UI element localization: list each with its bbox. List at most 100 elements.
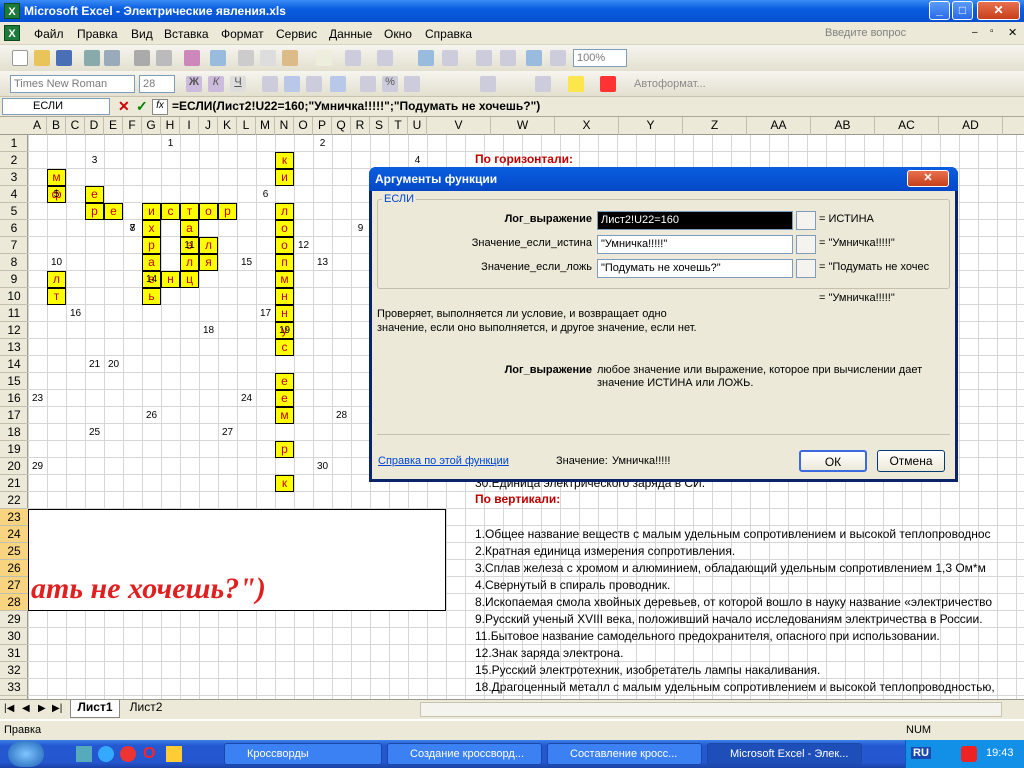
crossword-cell[interactable]: е bbox=[275, 390, 294, 407]
ie-icon[interactable] bbox=[98, 746, 114, 762]
collapse-dialog-icon[interactable] bbox=[796, 235, 816, 254]
language-indicator[interactable]: RU bbox=[911, 747, 931, 759]
menu-view[interactable]: Вид bbox=[131, 27, 153, 41]
row-header-cell[interactable]: 26 bbox=[0, 560, 28, 577]
cancel-button[interactable]: Отмена bbox=[877, 450, 945, 472]
crossword-cell[interactable]: л bbox=[199, 237, 218, 254]
column-header-cell[interactable]: U bbox=[408, 117, 427, 135]
column-header-cell[interactable]: O bbox=[294, 117, 313, 135]
start-button[interactable] bbox=[8, 741, 44, 767]
crossword-cell[interactable]: и bbox=[275, 169, 294, 186]
menu-data[interactable]: Данные bbox=[329, 27, 372, 41]
doc-restore-button[interactable]: ▫ bbox=[990, 26, 994, 37]
drawing-icon[interactable] bbox=[550, 50, 566, 66]
zoom-select[interactable]: 100% bbox=[573, 49, 627, 67]
cut-icon[interactable] bbox=[238, 50, 254, 66]
crossword-cell[interactable]: п bbox=[275, 254, 294, 271]
font-color-icon[interactable] bbox=[600, 76, 616, 92]
crossword-cell[interactable]: р bbox=[218, 203, 237, 220]
messenger-icon[interactable] bbox=[166, 746, 182, 762]
spelling-icon[interactable] bbox=[184, 50, 200, 66]
ok-button[interactable]: ОК bbox=[799, 450, 867, 472]
column-header-cell[interactable]: F bbox=[123, 117, 142, 135]
crossword-cell[interactable]: т bbox=[47, 288, 66, 305]
fill-color-icon[interactable] bbox=[568, 76, 584, 92]
menu-tools[interactable]: Сервис bbox=[276, 27, 317, 41]
row-header-cell[interactable]: 18 bbox=[0, 424, 28, 441]
crossword-cell[interactable]: л bbox=[180, 254, 199, 271]
media-icon[interactable] bbox=[120, 746, 136, 762]
next-sheet-icon[interactable]: ▶ bbox=[38, 703, 46, 714]
task-compose-crossword[interactable]: Составление кросс... bbox=[547, 743, 702, 765]
menu-insert[interactable]: Вставка bbox=[164, 27, 209, 41]
row-header-cell[interactable]: 30 bbox=[0, 628, 28, 645]
column-header-cell[interactable]: AB bbox=[811, 117, 875, 135]
row-header-cell[interactable]: 6 bbox=[0, 220, 28, 237]
row-header-cell[interactable]: 20 bbox=[0, 458, 28, 475]
crossword-cell[interactable]: р bbox=[275, 441, 294, 458]
crossword-cell[interactable]: ц bbox=[180, 271, 199, 288]
open-icon[interactable] bbox=[34, 50, 50, 66]
row-header-cell[interactable]: 10 bbox=[0, 288, 28, 305]
crossword-cell[interactable]: н bbox=[275, 305, 294, 322]
row-header-cell[interactable]: 24 bbox=[0, 526, 28, 543]
close-button[interactable]: ✕ bbox=[977, 1, 1020, 20]
hyperlink-icon[interactable] bbox=[418, 50, 434, 66]
crossword-cell[interactable]: я bbox=[199, 254, 218, 271]
row-header-cell[interactable]: 25 bbox=[0, 543, 28, 560]
show-desktop-icon[interactable] bbox=[76, 746, 92, 762]
maximize-button[interactable]: □ bbox=[952, 1, 973, 20]
insert-function-icon[interactable]: fx bbox=[152, 99, 168, 115]
crossword-cell[interactable]: а bbox=[180, 220, 199, 237]
first-sheet-icon[interactable]: |◀ bbox=[4, 703, 14, 714]
menu-edit[interactable]: Правка bbox=[77, 27, 118, 41]
column-header-cell[interactable]: V bbox=[427, 117, 491, 135]
crossword-cell[interactable]: х bbox=[142, 220, 161, 237]
crossword-cell[interactable]: м bbox=[275, 271, 294, 288]
menu-file[interactable]: Файл bbox=[34, 27, 64, 41]
borders-icon[interactable] bbox=[535, 76, 551, 92]
row-header-cell[interactable]: 3 bbox=[0, 169, 28, 186]
prev-sheet-icon[interactable]: ◀ bbox=[22, 703, 30, 714]
arg3-input[interactable]: "Подумать не хочешь?" bbox=[597, 259, 793, 278]
crossword-cell[interactable]: о bbox=[275, 237, 294, 254]
chart-wizard-icon[interactable] bbox=[526, 50, 542, 66]
copy-icon[interactable] bbox=[260, 50, 276, 66]
row-header-cell[interactable]: 2 bbox=[0, 152, 28, 169]
row-header-cell[interactable]: 19 bbox=[0, 441, 28, 458]
crossword-cell[interactable]: к bbox=[275, 475, 294, 492]
research-icon[interactable] bbox=[210, 50, 226, 66]
enter-icon[interactable]: ✓ bbox=[136, 98, 148, 115]
column-header-cell[interactable]: Q bbox=[332, 117, 351, 135]
workbook-icon[interactable]: X bbox=[4, 25, 20, 41]
crossword-cell[interactable]: е bbox=[104, 203, 123, 220]
row-header-cell[interactable]: 15 bbox=[0, 373, 28, 390]
sheet-tab-2[interactable]: Лист2 bbox=[122, 700, 170, 717]
column-header-cell[interactable]: R bbox=[351, 117, 370, 135]
answer-cell[interactable]: ать не хочешь?") bbox=[28, 509, 446, 611]
column-header-cell[interactable]: X bbox=[555, 117, 619, 135]
crossword-cell[interactable]: с bbox=[275, 339, 294, 356]
column-header-cell[interactable]: Y bbox=[619, 117, 683, 135]
font-select[interactable]: Times New Roman bbox=[10, 75, 135, 93]
dialog-close-button[interactable]: ✕ bbox=[907, 170, 949, 187]
row-header-cell[interactable]: 13 bbox=[0, 339, 28, 356]
task-create-crossword[interactable]: Создание кроссворд... bbox=[387, 743, 542, 765]
row-header-cell[interactable]: 23 bbox=[0, 509, 28, 526]
row-header-cell[interactable]: 32 bbox=[0, 662, 28, 679]
task-crosswords[interactable]: Кроссворды bbox=[224, 743, 382, 765]
align-center-icon[interactable] bbox=[284, 76, 300, 92]
menu-format[interactable]: Формат bbox=[221, 27, 264, 41]
crossword-cell[interactable]: а bbox=[142, 254, 161, 271]
column-header-cell[interactable]: K bbox=[218, 117, 237, 135]
currency-icon[interactable] bbox=[360, 76, 376, 92]
comma-style-icon[interactable] bbox=[404, 76, 420, 92]
new-icon[interactable] bbox=[12, 50, 28, 66]
row-header-cell[interactable]: 22 bbox=[0, 492, 28, 509]
crossword-cell[interactable]: е bbox=[85, 186, 104, 203]
collapse-dialog-icon[interactable] bbox=[796, 259, 816, 278]
column-header-cell[interactable]: Z bbox=[683, 117, 747, 135]
row-header-cell[interactable]: 12 bbox=[0, 322, 28, 339]
merge-center-icon[interactable] bbox=[330, 76, 346, 92]
column-header-cell[interactable]: L bbox=[237, 117, 256, 135]
